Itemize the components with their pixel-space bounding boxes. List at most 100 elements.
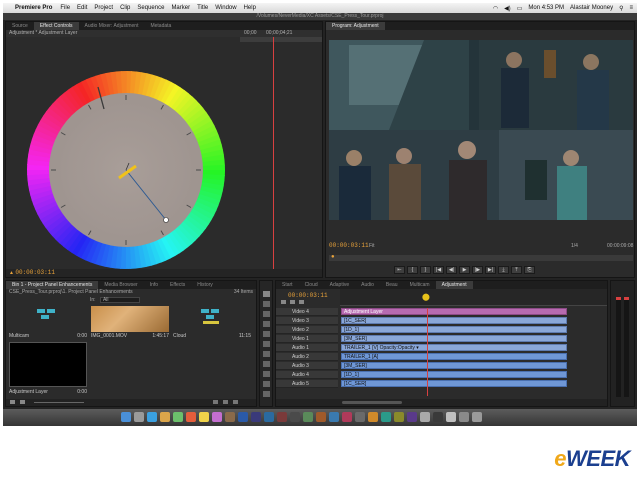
- hand-tool-icon[interactable]: [263, 381, 270, 387]
- track-select-tool-icon[interactable]: [263, 301, 270, 307]
- icon-view-icon[interactable]: [20, 400, 25, 404]
- menu-edit[interactable]: Edit: [77, 5, 87, 11]
- track-audio-4[interactable]: Audio 4 [1D_1]: [276, 371, 607, 379]
- track-video-4[interactable]: Video 4 Adjustment Layer: [276, 308, 607, 316]
- itunes-icon[interactable]: [212, 412, 222, 422]
- clip[interactable]: [1D_1]: [341, 326, 567, 333]
- tab-effect-controls[interactable]: Effect Controls: [33, 22, 79, 30]
- mark-in-brace-button[interactable]: {: [407, 266, 418, 274]
- downloads-stack-icon[interactable]: [459, 412, 469, 422]
- step-back-button[interactable]: ◀|: [446, 266, 457, 274]
- program-fit-select[interactable]: Fit: [369, 243, 375, 249]
- new-bin-icon[interactable]: [213, 400, 218, 404]
- export-frame-button[interactable]: ⎘: [524, 266, 535, 274]
- multicam-thumbnail[interactable]: [9, 306, 87, 332]
- track-label[interactable]: Video 2: [276, 326, 338, 334]
- app-icon[interactable]: [381, 412, 391, 422]
- slide-tool-icon[interactable]: [263, 361, 270, 367]
- menubar-clock[interactable]: Mon 4:53 PM: [528, 5, 564, 11]
- track-label[interactable]: Audio 1: [276, 344, 338, 352]
- lift-button[interactable]: ⤓: [498, 266, 509, 274]
- program-playhead-icon[interactable]: ●: [331, 254, 335, 260]
- premiere-pro-icon[interactable]: [238, 412, 248, 422]
- program-zoom-select[interactable]: 1/4: [571, 243, 578, 249]
- wifi-icon[interactable]: ◠: [493, 5, 498, 12]
- pen-tool-icon[interactable]: [263, 371, 270, 377]
- zoom-tool-icon[interactable]: [263, 391, 270, 397]
- battery-icon[interactable]: ▭: [517, 5, 523, 12]
- ripple-edit-tool-icon[interactable]: [263, 311, 270, 317]
- list-view-icon[interactable]: [10, 400, 15, 404]
- tab-history[interactable]: History: [191, 281, 219, 289]
- mini-timeline-ruler[interactable]: [240, 37, 322, 42]
- app-icon[interactable]: [394, 412, 404, 422]
- app-icon[interactable]: [303, 412, 313, 422]
- track-audio-1[interactable]: Audio 1 TRAILER_1 [V] Opacity:Opacity ▾: [276, 344, 607, 352]
- track-audio-2[interactable]: Audio 2 TRAILER_1 [A]: [276, 353, 607, 361]
- project-item-multicam[interactable]: Multicam 0:00: [9, 333, 87, 339]
- after-effects-icon[interactable]: [251, 412, 261, 422]
- mark-in-button[interactable]: ⇤: [394, 266, 405, 274]
- app-icon[interactable]: [368, 412, 378, 422]
- thumbnail-size-slider[interactable]: [34, 402, 84, 403]
- facetime-icon[interactable]: [173, 412, 183, 422]
- tab-bin[interactable]: Bin 1 - Project Panel Enhancements: [6, 281, 99, 289]
- tab-sequence-adjustment[interactable]: Adjustment: [435, 281, 473, 289]
- tab-sequence-multicam[interactable]: Multicam: [404, 281, 436, 289]
- track-label[interactable]: Audio 4: [276, 371, 338, 379]
- track-video-2[interactable]: Video 2 [1D_1]: [276, 326, 607, 334]
- rolling-edit-tool-icon[interactable]: [263, 321, 270, 327]
- track-label[interactable]: Video 3: [276, 317, 338, 325]
- clip[interactable]: Adjustment Layer: [341, 308, 567, 315]
- extract-button[interactable]: ⤒: [511, 266, 522, 274]
- tab-metadata[interactable]: Metadata: [144, 22, 177, 30]
- goto-in-button[interactable]: |◀: [433, 266, 444, 274]
- timeline-playhead[interactable]: [427, 308, 428, 396]
- tab-media-browser[interactable]: Media Browser: [98, 281, 143, 289]
- app-icon[interactable]: [329, 412, 339, 422]
- project-item-cloud[interactable]: Cloud 11:15: [173, 333, 251, 339]
- tab-program[interactable]: Program: Adjustment: [326, 22, 385, 30]
- timeline-zoom-scrollbar[interactable]: [342, 401, 402, 404]
- app-icon[interactable]: [355, 412, 365, 422]
- app-icon[interactable]: [342, 412, 352, 422]
- photos-icon[interactable]: [225, 412, 235, 422]
- clip[interactable]: TRAILER_1 [A]: [341, 353, 567, 360]
- notifications-icon[interactable]: ≡: [629, 5, 633, 11]
- finder-icon[interactable]: [121, 412, 131, 422]
- selection-tool-icon[interactable]: [263, 291, 270, 297]
- documents-stack-icon[interactable]: [446, 412, 456, 422]
- calendar-icon[interactable]: [186, 412, 196, 422]
- rate-stretch-tool-icon[interactable]: [263, 331, 270, 337]
- menu-file[interactable]: File: [60, 5, 70, 11]
- menu-help[interactable]: Help: [244, 5, 256, 11]
- track-label[interactable]: Audio 3: [276, 362, 338, 370]
- menu-clip[interactable]: Clip: [120, 5, 130, 11]
- cloud-thumbnail[interactable]: [173, 306, 251, 332]
- project-item-adjustment-layer[interactable]: Adjustment Layer 0:00: [9, 389, 87, 395]
- track-label[interactable]: Video 4: [276, 308, 338, 316]
- mail-icon[interactable]: [160, 412, 170, 422]
- photoshop-icon[interactable]: [264, 412, 274, 422]
- tab-sequence-audio[interactable]: Audio: [355, 281, 380, 289]
- tab-sequence-beau[interactable]: Beau: [380, 281, 404, 289]
- volume-icon[interactable]: ◀): [504, 5, 511, 12]
- clip[interactable]: [3M_SER]: [341, 335, 567, 342]
- app-icon[interactable]: [407, 412, 417, 422]
- app-icon[interactable]: [420, 412, 430, 422]
- tab-sequence-start[interactable]: Start: [276, 281, 299, 289]
- snap-icon[interactable]: [281, 300, 286, 304]
- slip-tool-icon[interactable]: [263, 351, 270, 357]
- track-label[interactable]: Video 1: [276, 335, 338, 343]
- color-wheel[interactable]: [26, 70, 226, 270]
- menu-project[interactable]: Project: [94, 5, 113, 11]
- new-item-icon[interactable]: [223, 400, 228, 404]
- img-0001-thumbnail[interactable]: [91, 306, 169, 332]
- app-icon[interactable]: [316, 412, 326, 422]
- timeline-ruler[interactable]: ⬤: [340, 289, 607, 306]
- illustrator-icon[interactable]: [277, 412, 287, 422]
- menu-title[interactable]: Title: [197, 5, 208, 11]
- timeline-timecode[interactable]: 00:00:03:11: [288, 292, 328, 299]
- trash-icon[interactable]: [472, 412, 482, 422]
- effect-controls-playhead[interactable]: [273, 37, 274, 269]
